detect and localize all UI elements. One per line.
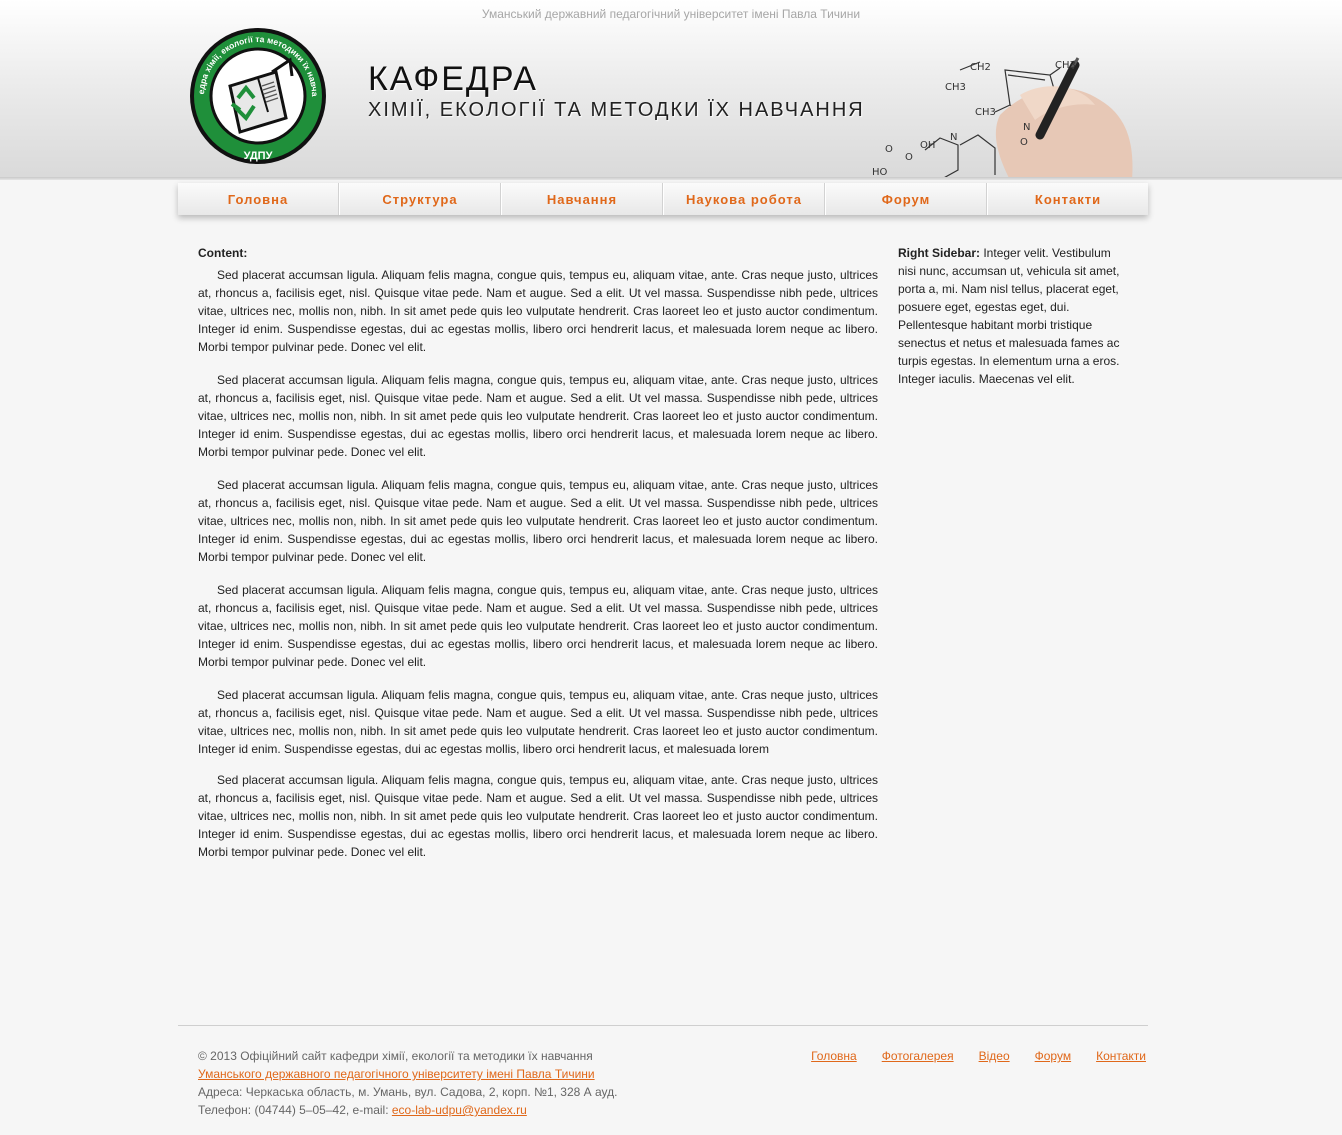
chemistry-illustration: CH2 CH3 CH3 CH3 N OH HO O O N O — [872, 57, 1133, 180]
header: Уманський державний педагогічний універс… — [0, 0, 1342, 180]
right-sidebar: Right Sidebar: Integer velit. Vestibulum… — [898, 244, 1128, 388]
chem-label-11: O — [885, 144, 893, 155]
nav-item-research[interactable]: Наукова робота — [663, 183, 825, 215]
department-logo: Кафедра хімії, екології та методики їх н… — [188, 26, 326, 164]
nav-item-structure[interactable]: Структура — [339, 183, 501, 215]
chem-label-10: N — [1023, 122, 1030, 133]
footer-phone: Телефон: (04744) 5–05–42, e-mail: — [198, 1103, 392, 1117]
footer-address: Адреса: Черкаська область, м. Умань, вул… — [198, 1085, 618, 1099]
site-title: КАФЕДРА — [368, 60, 538, 98]
footer-link-gallery[interactable]: Фотогалерея — [882, 1047, 954, 1065]
chem-label-2: CH3 — [1055, 60, 1076, 71]
footer-nav: Головна Фотогалерея Відео Форум Контакти — [811, 1047, 1146, 1065]
footer-link-contacts[interactable]: Контакти — [1096, 1047, 1146, 1065]
nav-item-forum[interactable]: Форум — [825, 183, 987, 215]
chem-label-8: O — [905, 152, 913, 163]
content-label: Content: — [198, 246, 248, 260]
main-nav: Головна Структура Навчання Наукова робот… — [178, 183, 1148, 215]
content-paragraph: Sed placerat accumsan ligula. Aliquam fe… — [198, 688, 878, 756]
chem-label-3: CH3 — [945, 82, 966, 93]
nav-item-home[interactable]: Головна — [178, 183, 339, 215]
chem-label-4: CH3 — [975, 107, 996, 118]
footer-copyright: © 2013 Офіційний сайт кафедри хімії, еко… — [198, 1049, 593, 1063]
logo-abbr: УДПУ — [244, 150, 273, 162]
content-paragraph: Sed placerat accumsan ligula. Aliquam fe… — [198, 773, 878, 859]
site-title-block: КАФЕДРА ХІМІЇ, ЕКОЛОГІЇ ТА МЕТОДКИ ЇХ НА… — [368, 60, 865, 122]
site-subtitle: ХІМІЇ, ЕКОЛОГІЇ ТА МЕТОДКИ ЇХ НАВЧАННЯ — [368, 99, 865, 121]
content-paragraph: Sed placerat accumsan ligula. Aliquam fe… — [198, 373, 878, 459]
chem-label-9: O — [1020, 137, 1028, 148]
footer-link-home[interactable]: Головна — [811, 1047, 857, 1065]
sidebar-label: Right Sidebar: — [898, 246, 981, 260]
footer-info: © 2013 Офіційний сайт кафедри хімії, еко… — [198, 1047, 617, 1119]
chem-label-6: OH — [920, 140, 935, 151]
nav-item-contacts[interactable]: Контакти — [987, 183, 1148, 215]
footer-email-link[interactable]: eco-lab-udpu@yandex.ru — [392, 1103, 527, 1117]
footer-divider — [178, 1025, 1148, 1026]
content-paragraph: Sed placerat accumsan ligula. Aliquam fe… — [198, 268, 878, 354]
content-paragraph: Sed placerat accumsan ligula. Aliquam fe… — [198, 583, 878, 669]
main-content: Content: Sed placerat accumsan ligula. A… — [198, 244, 878, 876]
chem-label-5: N — [950, 132, 957, 143]
footer-contacts: Телефон: (04744) 5–05–42, e-mail: eco-la… — [198, 1101, 617, 1119]
university-name: Уманський державний педагогічний універс… — [481, 7, 861, 21]
sidebar-text: Integer velit. Vestibulum nisi nunc, acc… — [898, 246, 1120, 386]
footer-link-forum[interactable]: Форум — [1035, 1047, 1071, 1065]
chem-label-7: HO — [872, 167, 888, 178]
footer-link-video[interactable]: Відео — [979, 1047, 1010, 1065]
footer-university-link[interactable]: Уманського державного педагогічного унів… — [198, 1067, 595, 1081]
nav-item-education[interactable]: Навчання — [501, 183, 663, 215]
content-paragraph: Sed placerat accumsan ligula. Aliquam fe… — [198, 478, 878, 564]
chem-label-1: CH2 — [970, 62, 991, 73]
